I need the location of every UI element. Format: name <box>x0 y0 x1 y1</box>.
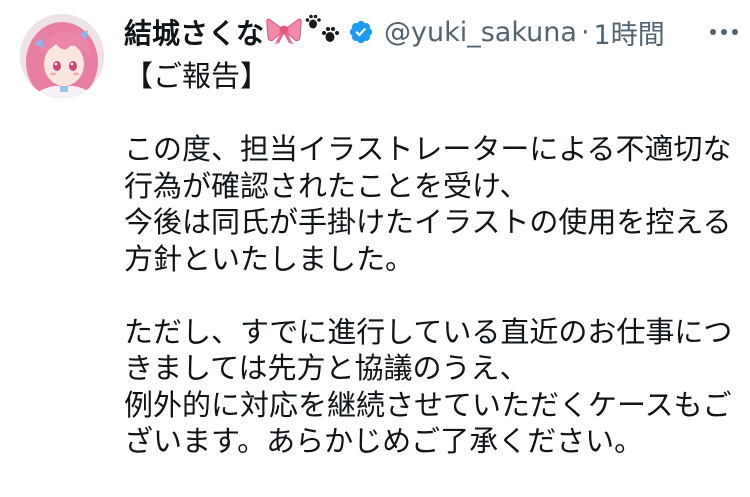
verified-badge-icon[interactable] <box>348 19 374 45</box>
ribbon-emoji <box>266 15 302 49</box>
more-options-icon[interactable] <box>704 14 744 50</box>
tweet-line: 方針といたしました。 <box>124 241 415 276</box>
timestamp[interactable]: 1時間 <box>594 13 665 52</box>
tweet[interactable]: 結城さくな @yuki_sakuna · 1時間 【ご報告】 この度、担当イラス… <box>0 0 750 497</box>
separator-dot: · <box>580 16 590 48</box>
user-handle[interactable]: @yuki_sakuna <box>384 17 577 48</box>
tweet-line: 行為が確認されたことを受け、 <box>124 168 529 203</box>
tweet-line: ただし、すでに進行している直近のお仕事につ <box>124 314 733 349</box>
tweet-line: ざいます。あらかじめご了承ください。 <box>124 424 644 458</box>
tweet-line: 今後は同氏が手掛けたイラストの使用を控える <box>124 205 732 239</box>
tweet-text: 【ご報告】 この度、担当イラストレーターによる不適切な 行為が確認されたことを受… <box>124 58 744 460</box>
display-name[interactable]: 結城さくな <box>124 12 264 52</box>
tweet-line: 【ご報告】 <box>124 59 270 93</box>
paw-prints-emoji <box>304 14 342 50</box>
avatar[interactable] <box>20 14 104 98</box>
tweet-header: 結城さくな @yuki_sakuna · 1時間 <box>124 12 744 52</box>
tweet-line: きましては先方と協議のうえ、 <box>124 351 529 385</box>
tweet-line: この度、担当イラストレーターによる不適切な <box>124 132 732 166</box>
tweet-line: 例外的に対応を継続させていただくケースもご <box>124 387 732 422</box>
